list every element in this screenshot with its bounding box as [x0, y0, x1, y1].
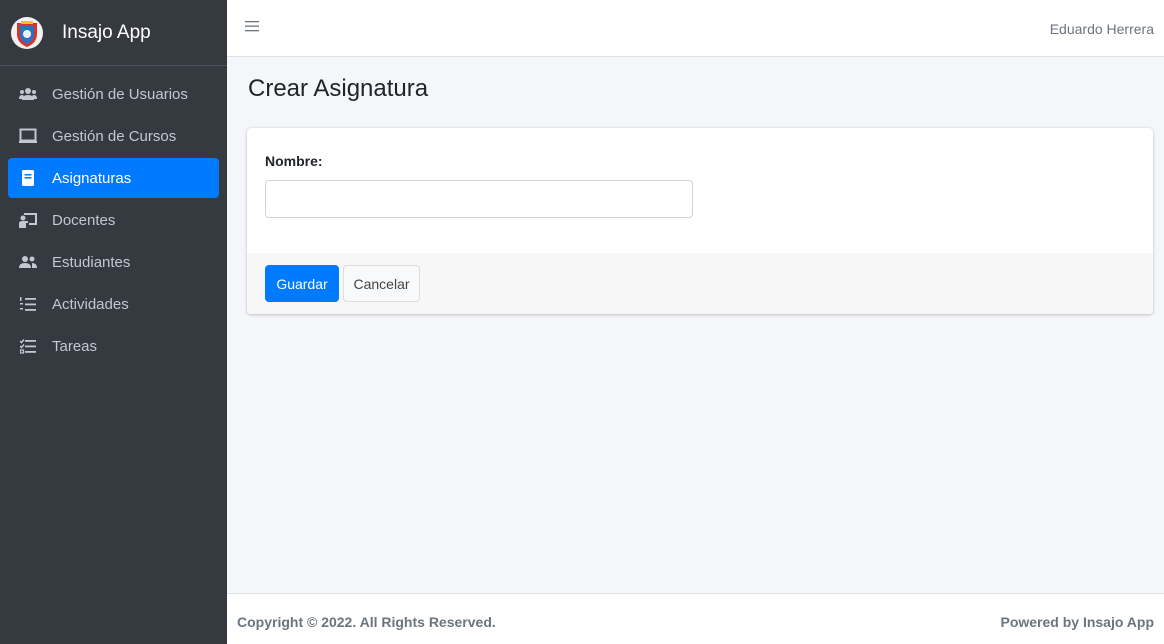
- chalkboard-teacher-icon: [18, 211, 38, 229]
- brand-link[interactable]: Insajo App: [0, 0, 227, 66]
- cancel-button[interactable]: Cancelar: [343, 265, 420, 302]
- sidebar-item-label: Gestión de Cursos: [52, 127, 177, 145]
- create-subject-card: Nombre: Guardar Cancelar: [247, 128, 1153, 314]
- page-footer: Copyright © 2022. All Rights Reserved. P…: [227, 593, 1164, 644]
- copyright-text: Copyright © 2022. All Rights Reserved.: [237, 614, 496, 630]
- sidebar-item-gestion-usuarios[interactable]: Gestión de Usuarios: [8, 74, 219, 114]
- list-ol-icon: [18, 295, 38, 313]
- sidebar-item-label: Asignaturas: [52, 169, 132, 187]
- book-icon: [18, 169, 38, 187]
- hamburger-icon[interactable]: [245, 19, 265, 37]
- sidebar: Insajo App Gestión de Usuarios Gestión d…: [0, 0, 227, 644]
- sidebar-item-label: Tareas: [52, 337, 98, 355]
- save-button[interactable]: Guardar: [265, 265, 339, 302]
- user-menu[interactable]: Eduardo Herrera: [1050, 21, 1154, 37]
- monitor-icon: [18, 127, 38, 145]
- card-footer: Guardar Cancelar: [247, 253, 1153, 314]
- card-body: Nombre:: [247, 128, 1153, 253]
- sidebar-item-label: Estudiantes: [52, 253, 131, 271]
- sidebar-item-asignaturas[interactable]: Asignaturas: [8, 158, 219, 198]
- brand-name: Insajo App: [62, 21, 151, 43]
- user-friends-icon: [18, 253, 38, 271]
- sidebar-item-estudiantes[interactable]: Estudiantes: [8, 242, 219, 282]
- page-title: Crear Asignatura: [248, 75, 429, 102]
- name-input[interactable]: [265, 180, 693, 218]
- sidebar-item-docentes[interactable]: Docentes: [8, 200, 219, 240]
- sidebar-item-gestion-cursos[interactable]: Gestión de Cursos: [8, 116, 219, 156]
- top-navbar: Eduardo Herrera: [227, 0, 1164, 57]
- sidebar-item-tareas[interactable]: Tareas: [8, 326, 219, 366]
- users-icon: [18, 85, 38, 103]
- powered-by-text: Powered by Insajo App: [1000, 614, 1154, 630]
- sidebar-item-label: Docentes: [52, 211, 116, 229]
- sidebar-item-actividades[interactable]: Actividades: [8, 284, 219, 324]
- tasks-icon: [18, 337, 38, 355]
- sidebar-item-label: Gestión de Usuarios: [52, 85, 188, 103]
- sidebar-nav: Gestión de Usuarios Gestión de Cursos As…: [0, 66, 227, 366]
- name-label: Nombre:: [265, 153, 323, 169]
- shield-logo-icon: [10, 16, 44, 50]
- sidebar-item-label: Actividades: [52, 295, 129, 313]
